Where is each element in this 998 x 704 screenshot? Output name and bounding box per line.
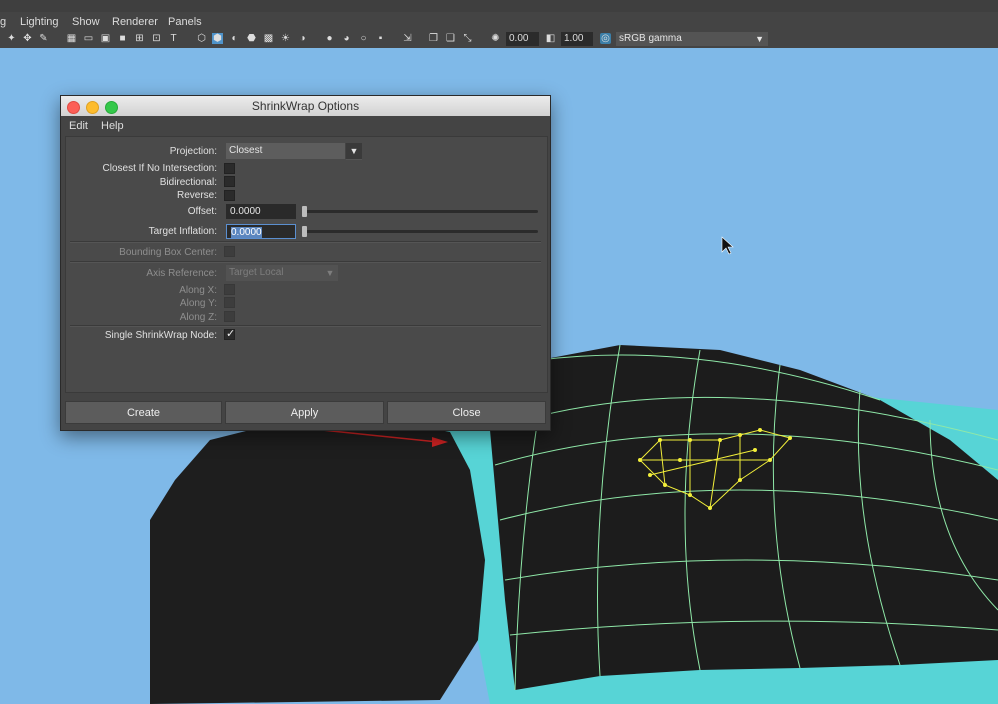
projection-label: Projection: xyxy=(169,146,217,157)
offset-slider-handle[interactable] xyxy=(302,206,307,217)
textured-icon[interactable]: ▩ xyxy=(263,33,274,44)
exposure-icon[interactable]: ✺ xyxy=(490,33,501,44)
axis-reference-dropdown[interactable]: Target Local ▼ xyxy=(226,265,338,281)
gamma-field[interactable]: 1.00 xyxy=(561,32,593,46)
xray-joints-icon[interactable]: ❐ xyxy=(428,33,439,44)
gate-mask-icon[interactable]: ■ xyxy=(117,33,128,44)
default-material-icon[interactable]: ◐ xyxy=(229,33,240,44)
shadows-icon[interactable]: ◑ xyxy=(297,33,308,44)
xray-icon[interactable]: ⬣ xyxy=(246,33,257,44)
ambient-occlusion-icon[interactable]: ● xyxy=(324,33,335,44)
chevron-down-icon: ▼ xyxy=(345,143,362,160)
apply-button[interactable]: Apply xyxy=(225,401,384,424)
axis-reference-value: Target Local xyxy=(229,267,284,278)
chevron-down-icon: ▼ xyxy=(325,268,335,278)
reverse-checkbox[interactable] xyxy=(224,190,235,201)
select-camera-icon[interactable]: ✦ xyxy=(6,33,17,44)
menu-item-show[interactable]: Show xyxy=(72,16,100,28)
safe-title-icon[interactable]: T xyxy=(168,33,179,44)
menu-edit[interactable]: Edit xyxy=(69,120,88,132)
along-y-checkbox[interactable] xyxy=(224,297,235,308)
smooth-shade-icon[interactable]: ⬢ xyxy=(212,33,223,44)
menu-help[interactable]: Help xyxy=(101,120,124,132)
dialog-titlebar[interactable]: ShrinkWrap Options xyxy=(61,96,550,117)
along-x-checkbox[interactable] xyxy=(224,284,235,295)
dialog-menubar: Edit Help xyxy=(61,116,550,136)
depth-of-field-icon[interactable]: ▪ xyxy=(375,33,386,44)
closest-if-no-intersection-checkbox[interactable] xyxy=(224,163,235,174)
grid-icon[interactable]: ▦ xyxy=(66,33,77,44)
bounding-box-center-label: Bounding Box Center: xyxy=(119,247,217,258)
motion-blur-icon[interactable]: ◕ xyxy=(341,33,352,44)
view-transform-dropdown[interactable]: sRGB gamma ▼ xyxy=(616,32,768,46)
viewport-menubar: g Lighting Show Renderer Panels xyxy=(0,12,998,32)
wireframe-icon[interactable]: ⬡ xyxy=(196,33,207,44)
offset-label: Offset: xyxy=(187,206,217,217)
separator xyxy=(70,241,541,243)
target-inflation-slider-track[interactable] xyxy=(302,230,538,233)
film-gate-icon[interactable]: ▭ xyxy=(83,33,94,44)
viewport-toolbar: ✦ ✥ ✎ ▦ ▭ ▣ ■ ⊞ ⊡ T ⬡ ⬢ ◐ ⬣ ▩ ☀ ◑ ● ◕ ○ … xyxy=(0,30,998,48)
along-y-label: Along Y: xyxy=(179,298,217,309)
target-inflation-slider-handle[interactable] xyxy=(302,226,307,237)
reverse-label: Reverse: xyxy=(176,190,217,201)
shrinkwrap-options-dialog: ShrinkWrap Options Edit Help Projection:… xyxy=(60,95,551,431)
field-chart-icon[interactable]: ⊞ xyxy=(134,33,145,44)
close-button[interactable]: Close xyxy=(387,401,546,424)
anti-alias-icon[interactable]: ○ xyxy=(358,33,369,44)
scale-icon[interactable]: ⤡ xyxy=(462,33,473,44)
window-top-strip xyxy=(0,0,998,12)
along-z-label: Along Z: xyxy=(179,312,217,323)
menu-item-lighting[interactable]: Lighting xyxy=(20,16,59,28)
bookmark-icon[interactable]: ✎ xyxy=(38,33,49,44)
single-shrinkwrap-node-checkbox[interactable]: ✓ xyxy=(224,328,236,340)
xray-active-icon[interactable]: ❑ xyxy=(445,33,456,44)
axis-reference-label: Axis Reference: xyxy=(146,268,217,279)
offset-field[interactable]: 0.0000 xyxy=(226,204,296,219)
safe-action-icon[interactable]: ⊡ xyxy=(151,33,162,44)
along-x-label: Along X: xyxy=(179,285,217,296)
color-management-icon[interactable]: ◎ xyxy=(600,33,611,44)
closest-if-no-intersection-label: Closest If No Intersection: xyxy=(102,163,218,174)
separator xyxy=(70,325,541,327)
single-shrinkwrap-node-label: Single ShrinkWrap Node: xyxy=(104,330,217,341)
target-inflation-field[interactable]: 0.0000 xyxy=(226,224,296,239)
separator xyxy=(70,261,541,263)
camera-attributes-icon[interactable]: ✥ xyxy=(22,33,33,44)
menu-item-renderer[interactable]: Renderer xyxy=(112,16,158,28)
menu-item-panels[interactable]: Panels xyxy=(168,16,202,28)
bounding-box-center-checkbox[interactable] xyxy=(224,246,235,257)
resolution-gate-icon[interactable]: ▣ xyxy=(100,33,111,44)
isolate-select-icon[interactable]: ⇲ xyxy=(402,33,413,44)
target-inflation-value: 0.0000 xyxy=(231,227,262,238)
menu-item-shading[interactable]: g xyxy=(0,16,6,28)
checkmark-icon: ✓ xyxy=(226,328,236,340)
dialog-title: ShrinkWrap Options xyxy=(251,99,360,113)
along-z-checkbox[interactable] xyxy=(224,311,235,322)
projection-dropdown[interactable]: Closest ▼ xyxy=(226,143,362,160)
exposure-field[interactable]: 0.00 xyxy=(506,32,539,46)
options-panel: Projection: Closest ▼ Closest If No Inte… xyxy=(65,136,548,393)
gamma-icon[interactable]: ◧ xyxy=(545,33,556,44)
target-inflation-label: Target Inflation: xyxy=(148,226,217,237)
bidirectional-label: Bidirectional: xyxy=(159,177,217,188)
projection-value: Closest xyxy=(229,145,263,156)
view-transform-value: sRGB gamma xyxy=(619,33,682,44)
bidirectional-checkbox[interactable] xyxy=(224,176,235,187)
dark-mesh-left xyxy=(150,415,485,704)
create-button[interactable]: Create xyxy=(65,401,222,424)
use-lights-icon[interactable]: ☀ xyxy=(280,33,291,44)
offset-slider-track[interactable] xyxy=(302,210,538,213)
chevron-down-icon: ▼ xyxy=(755,34,764,44)
